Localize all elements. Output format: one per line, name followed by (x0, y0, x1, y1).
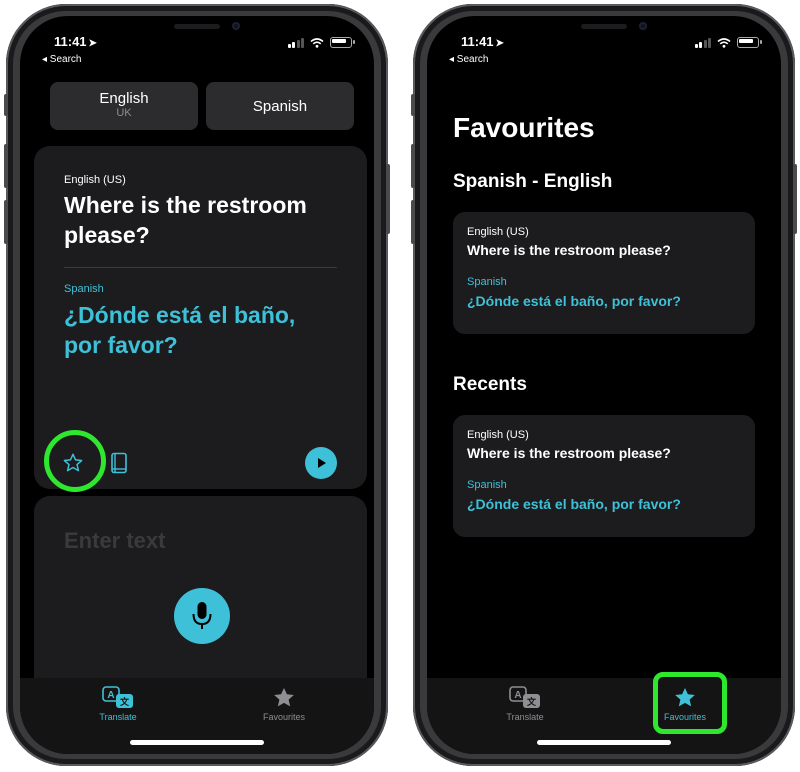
status-time: 11:41 ➤ (461, 34, 504, 49)
translated-text: ¿Dónde está el baño, por favor? (64, 302, 296, 358)
svg-text:A: A (107, 690, 114, 701)
enter-text-placeholder[interactable]: Enter text (64, 528, 165, 554)
speaker (174, 24, 220, 29)
volume-down-button (4, 200, 8, 244)
source-language-button[interactable]: English UK (50, 82, 198, 130)
location-arrow-icon: ➤ (495, 38, 504, 49)
dictionary-book-icon[interactable] (108, 450, 130, 476)
wifi-icon (310, 38, 324, 48)
star-icon[interactable] (60, 451, 86, 475)
page-title: Favourites (453, 112, 595, 143)
signal-icon (287, 38, 304, 48)
source-language-label: English (US) (64, 174, 126, 186)
camera (639, 22, 647, 30)
source-language-name: English (99, 90, 149, 107)
item-target-language: Spanish (467, 479, 507, 491)
tab-translate[interactable]: A 文 Translate (58, 684, 178, 722)
star-filled-icon (274, 688, 294, 707)
favourites-tab-highlight (653, 672, 727, 734)
home-indicator[interactable] (130, 740, 264, 745)
translation-card: English (US) Where is the restroom pleas… (34, 146, 367, 492)
status-indicators (694, 37, 762, 48)
item-source-language: English (US) (467, 226, 529, 238)
wifi-icon (717, 38, 731, 48)
notch (541, 16, 667, 46)
silent-switch (4, 94, 8, 116)
favourites-screen: 11:41 ➤ ◂ Search Favourites Spanish - Eng… (427, 16, 781, 754)
status-indicators (287, 37, 355, 48)
divider (64, 267, 337, 268)
item-target-text: ¿Dónde está el baño, por favor? (467, 496, 681, 512)
microphone-icon (192, 602, 212, 629)
item-source-language: English (US) (467, 429, 529, 441)
volume-up-button (411, 144, 415, 188)
favourites-section-title: Spanish - English (453, 171, 613, 192)
translate-icon: A 文 (102, 686, 133, 708)
signal-icon (694, 38, 711, 48)
power-button (793, 164, 797, 234)
svg-text:A: A (514, 690, 521, 701)
recents-section-title: Recents (453, 374, 527, 395)
svg-text:文: 文 (526, 696, 537, 708)
tab-translate-label: Translate (99, 712, 137, 722)
item-source-text: Where is the restroom please? (467, 242, 671, 258)
back-to-search-link[interactable]: ◂ Search (42, 54, 81, 65)
source-text: Where is the restroom please? (64, 192, 307, 248)
tab-favourites[interactable]: Favourites (224, 684, 344, 722)
item-target-language: Spanish (467, 276, 507, 288)
recent-item[interactable]: English (US) Where is the restroom pleas… (453, 415, 755, 537)
item-target-text: ¿Dónde está el baño, por favor? (467, 293, 681, 309)
speaker (581, 24, 627, 29)
tab-favourites-label: Favourites (262, 712, 306, 722)
status-time: 11:41 ➤ (54, 34, 97, 49)
volume-down-button (411, 200, 415, 244)
svg-text:文: 文 (119, 696, 130, 708)
phone-translate: 11:41 ➤ ◂ Search English UK Spanish Engli… (4, 4, 390, 766)
text-input-card[interactable]: Enter text (34, 496, 367, 696)
volume-up-button (4, 144, 8, 188)
location-arrow-icon: ➤ (88, 38, 97, 49)
silent-switch (411, 94, 415, 116)
target-language-label: Spanish (64, 283, 104, 295)
play-icon (318, 458, 326, 468)
target-language-name: Spanish (252, 98, 308, 115)
microphone-button[interactable] (174, 588, 230, 644)
notch (134, 16, 260, 46)
back-to-search-link[interactable]: ◂ Search (449, 54, 488, 65)
translate-screen: 11:41 ➤ ◂ Search English UK Spanish Engli… (20, 16, 374, 754)
battery-icon (737, 37, 762, 48)
source-language-region: UK (116, 107, 132, 119)
phone-favourites: 11:41 ➤ ◂ Search Favourites Spanish - Eng… (411, 4, 797, 766)
item-source-text: Where is the restroom please? (467, 445, 671, 461)
play-button[interactable] (305, 447, 337, 479)
tab-translate-label: Translate (506, 712, 544, 722)
camera (232, 22, 240, 30)
target-language-button[interactable]: Spanish (206, 82, 354, 130)
favourite-item[interactable]: English (US) Where is the restroom pleas… (453, 212, 755, 334)
translate-icon: A 文 (509, 686, 540, 708)
home-indicator[interactable] (537, 740, 671, 745)
battery-icon (330, 37, 355, 48)
power-button (386, 164, 390, 234)
tab-translate[interactable]: A 文 Translate (465, 684, 585, 722)
